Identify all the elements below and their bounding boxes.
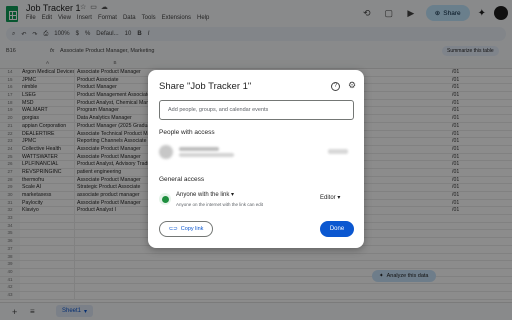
gear-icon[interactable]: ⚙ bbox=[348, 80, 356, 91]
person-row[interactable] bbox=[159, 145, 354, 161]
chevron-down-icon: ▾ bbox=[337, 195, 341, 201]
people-heading: People with access bbox=[159, 129, 215, 136]
general-access-select[interactable]: Anyone with the link ▾ bbox=[176, 191, 234, 198]
link-icon: ⊂⊃ bbox=[168, 226, 178, 232]
role-value: Editor bbox=[320, 195, 336, 201]
done-label: Done bbox=[329, 226, 345, 232]
chevron-down-icon: ▾ bbox=[231, 192, 235, 198]
person-avatar bbox=[159, 145, 173, 159]
general-access-description: Anyone on the internet with the link can… bbox=[176, 202, 264, 207]
add-people-input[interactable]: Add people, groups, and calendar events bbox=[159, 100, 354, 120]
dialog-title: Share "Job Tracker 1" bbox=[159, 81, 252, 92]
role-select[interactable]: Editor ▾ bbox=[320, 194, 340, 201]
copy-link-button[interactable]: ⊂⊃ Copy link bbox=[159, 221, 213, 237]
share-dialog: Share "Job Tracker 1" ? ⚙ Add people, gr… bbox=[148, 70, 364, 248]
globe-icon bbox=[159, 193, 171, 205]
help-icon[interactable]: ? bbox=[331, 82, 340, 91]
person-name-redacted bbox=[179, 147, 219, 151]
done-button[interactable]: Done bbox=[320, 221, 354, 237]
person-email-redacted bbox=[179, 153, 234, 157]
person-role-redacted bbox=[328, 149, 348, 154]
general-access-heading: General access bbox=[159, 176, 205, 183]
copy-link-label: Copy link bbox=[180, 226, 204, 232]
general-access-value: Anyone with the link bbox=[176, 192, 230, 198]
